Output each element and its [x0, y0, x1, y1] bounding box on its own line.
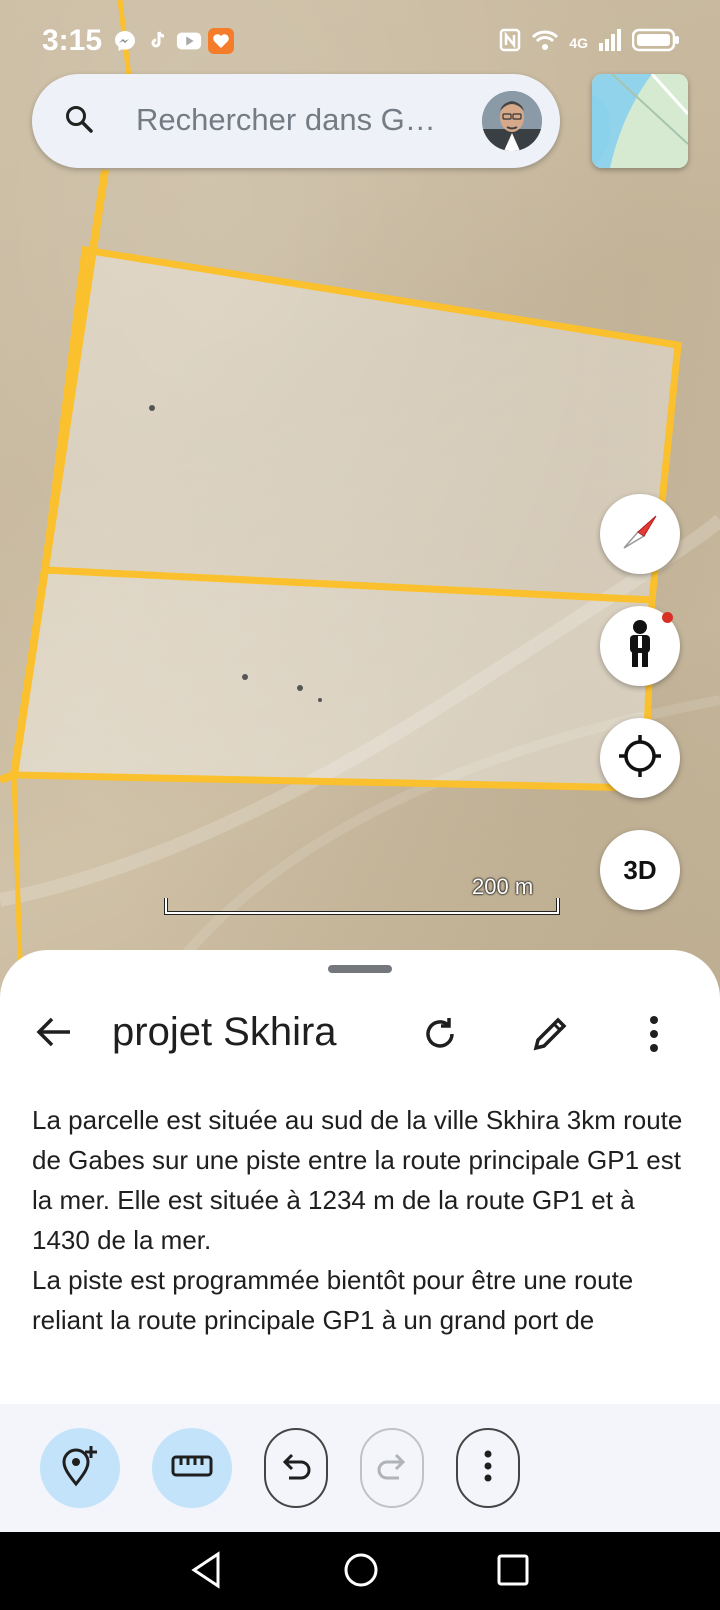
compass-button[interactable] — [600, 494, 680, 574]
redo-button[interactable] — [360, 1428, 424, 1508]
add-placemark-button[interactable] — [40, 1428, 120, 1508]
3d-toggle-button[interactable]: 3D — [600, 830, 680, 910]
parcel-lower — [9, 566, 656, 792]
parcel-upper — [41, 245, 682, 604]
measure-button[interactable] — [152, 1428, 232, 1508]
refresh-icon[interactable] — [420, 1014, 460, 1059]
undo-icon — [279, 1452, 313, 1485]
more-vert-icon[interactable] — [648, 1014, 660, 1059]
status-bar: 3:15 4G — [0, 0, 720, 84]
undo-button[interactable] — [264, 1428, 328, 1508]
system-navigation-bar — [0, 1532, 720, 1610]
map-layer-thumbnail[interactable] — [592, 74, 688, 168]
status-apps — [112, 28, 234, 54]
youtube-icon — [176, 28, 202, 54]
project-description: La parcelle est située au sud de la vill… — [32, 1105, 683, 1335]
heart-app-icon — [208, 28, 234, 54]
my-location-button[interactable] — [600, 718, 680, 798]
redo-icon — [375, 1452, 409, 1485]
status-time: 3:15 — [42, 24, 103, 57]
edit-toolbar — [0, 1404, 720, 1532]
add-placemark-icon — [60, 1444, 100, 1493]
scale-label: 200 m — [472, 874, 534, 899]
avatar[interactable] — [482, 91, 542, 151]
sheet-drag-handle[interactable] — [328, 965, 392, 973]
toolbar-more-button[interactable] — [456, 1428, 520, 1508]
network-type: 4G — [569, 34, 588, 51]
compass-icon — [618, 510, 662, 559]
wifi-icon — [531, 29, 559, 56]
pegman-icon — [625, 619, 655, 674]
nav-home-icon[interactable] — [342, 1550, 380, 1595]
nfc-icon — [499, 28, 521, 57]
messenger-icon — [112, 28, 138, 54]
my-location-icon — [617, 733, 663, 784]
project-title: projet Skhira — [112, 1010, 337, 1054]
tiktok-icon — [144, 28, 170, 54]
edit-pencil-icon[interactable] — [530, 1012, 572, 1059]
status-right: 4G — [499, 28, 680, 57]
measure-icon — [171, 1453, 213, 1484]
search-bar[interactable]: Rechercher dans G… — [32, 74, 560, 168]
back-arrow-icon[interactable] — [34, 1012, 74, 1057]
project-bottom-sheet: projet Skhira La parcelle est située au … — [0, 950, 720, 1404]
more-vert-icon — [483, 1449, 493, 1488]
search-input[interactable]: Rechercher dans G… — [136, 102, 436, 138]
notification-dot — [662, 612, 673, 623]
nav-recents-icon[interactable] — [496, 1550, 530, 1595]
nav-back-icon[interactable] — [188, 1550, 224, 1595]
battery-icon — [631, 28, 680, 57]
signal-icon — [598, 29, 622, 56]
search-icon — [64, 104, 94, 139]
